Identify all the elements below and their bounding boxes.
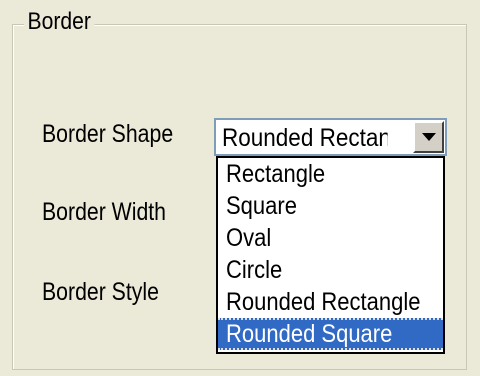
option-label: Rounded Rectangle: [226, 288, 421, 316]
option-label: Circle: [226, 256, 283, 284]
option-circle[interactable]: Circle: [218, 254, 443, 286]
option-label: Rectangle: [226, 160, 326, 188]
option-rounded-square[interactable]: Rounded Square: [218, 318, 443, 350]
border-shape-label: Border Shape: [42, 120, 174, 148]
combobox-value: Rounded Rectangle: [222, 124, 388, 152]
option-label: Square: [226, 192, 297, 220]
option-label: Rounded Square: [226, 320, 393, 348]
chevron-down-icon: [422, 133, 436, 141]
border-width-label: Border Width: [42, 198, 167, 226]
option-label: Oval: [226, 224, 272, 252]
option-oval[interactable]: Oval: [218, 222, 443, 254]
border-shape-dropdown-list[interactable]: Rectangle Square Oval Circle Rounded Rec…: [216, 156, 445, 354]
option-rounded-rectangle[interactable]: Rounded Rectangle: [218, 286, 443, 318]
option-rectangle[interactable]: Rectangle: [218, 158, 443, 190]
border-properties-panel: Border Border Shape Border Width Border …: [0, 0, 480, 376]
option-square[interactable]: Square: [218, 190, 443, 222]
dropdown-button[interactable]: [413, 121, 444, 153]
border-shape-combobox[interactable]: Rounded Rectangle: [214, 118, 447, 156]
border-style-label: Border Style: [42, 278, 159, 306]
groupbox-title: Border: [24, 6, 95, 38]
